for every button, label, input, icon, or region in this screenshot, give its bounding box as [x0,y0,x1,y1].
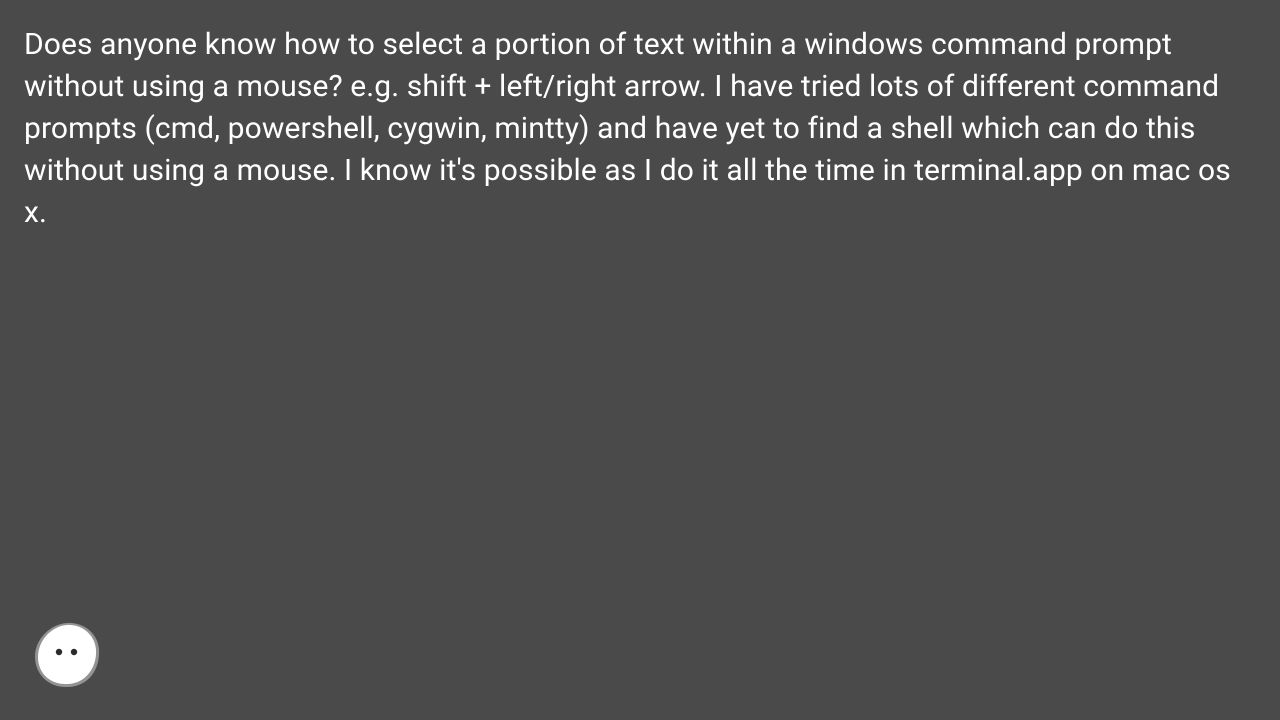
post-content: Does anyone know how to select a portion… [0,0,1280,258]
avatar [32,620,102,690]
post-body-text: Does anyone know how to select a portion… [24,24,1256,234]
avatar-face-icon [32,620,102,690]
